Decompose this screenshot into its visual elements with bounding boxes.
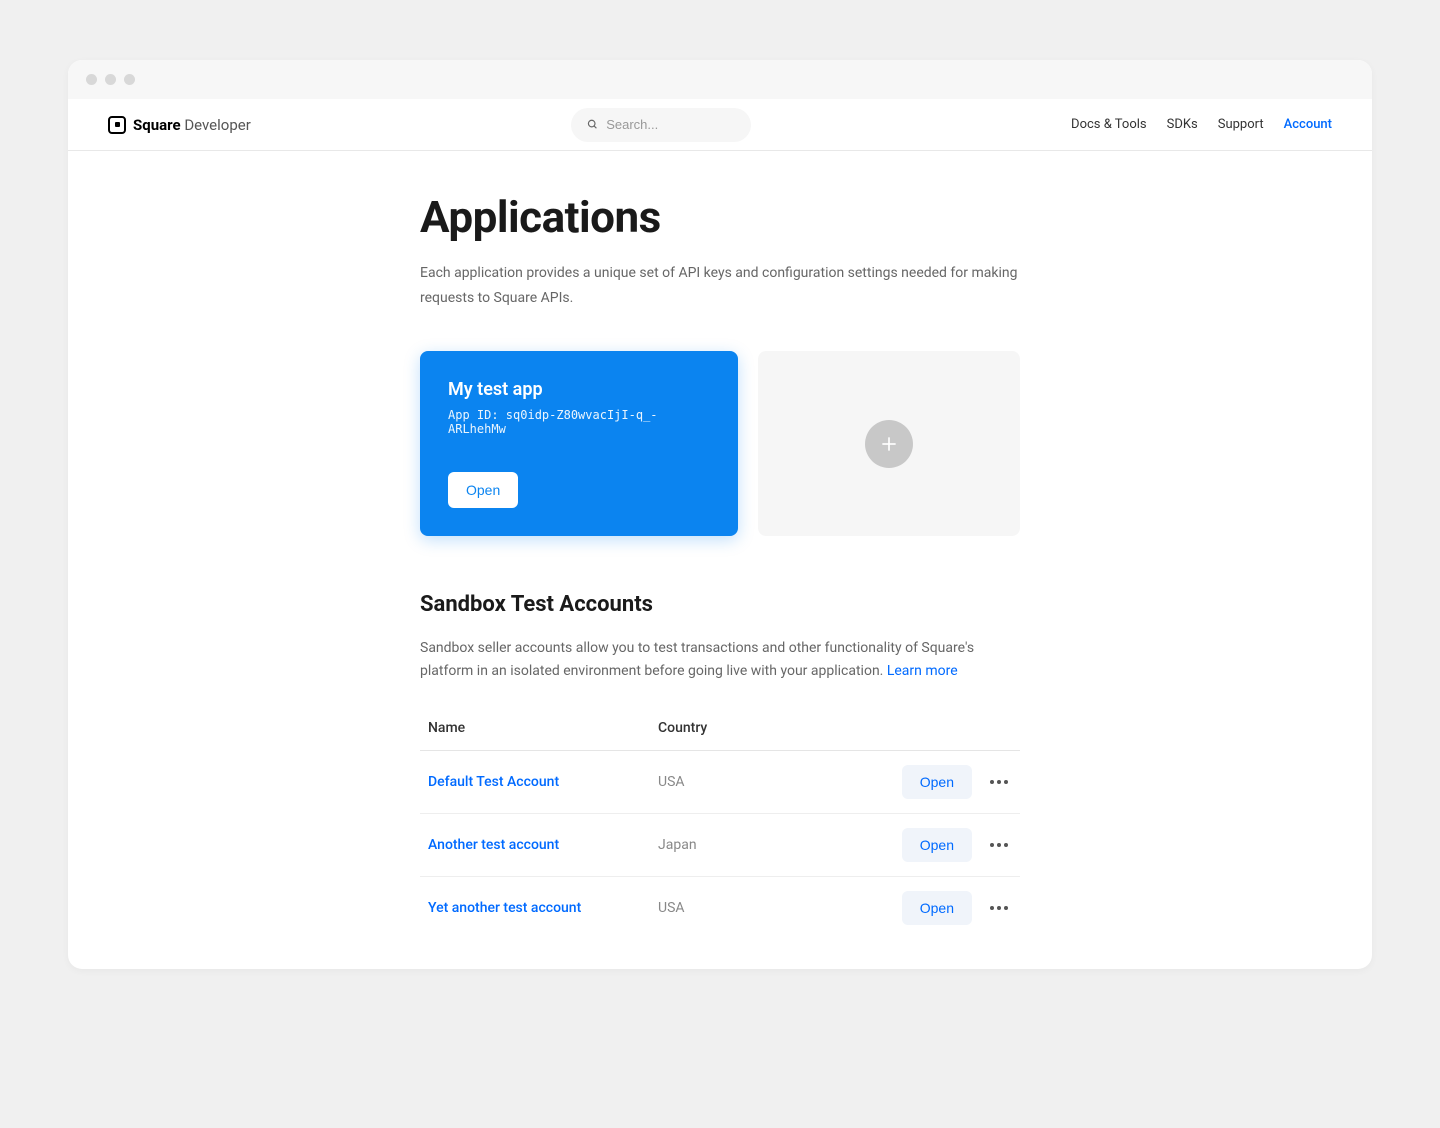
more-icon[interactable] bbox=[986, 839, 1012, 851]
brand-text: Square Developer bbox=[133, 116, 251, 134]
main-content: Applications Each application provides a… bbox=[420, 151, 1020, 969]
square-logo-icon bbox=[108, 116, 126, 134]
browser-chrome bbox=[68, 60, 1372, 99]
app-header: Square Developer Docs & Tools SDKs Suppo… bbox=[68, 99, 1372, 151]
plus-icon bbox=[879, 434, 899, 454]
account-name-link[interactable]: Another test account bbox=[428, 837, 658, 853]
nav-account[interactable]: Account bbox=[1284, 117, 1332, 132]
app-cards: My test app App ID: sq0idp-Z80wvacIjI-q_… bbox=[420, 351, 1020, 536]
more-icon[interactable] bbox=[986, 902, 1012, 914]
brand-logo[interactable]: Square Developer bbox=[108, 116, 251, 134]
account-country: Japan bbox=[658, 837, 872, 853]
nav-support[interactable]: Support bbox=[1218, 117, 1264, 132]
add-icon-circle bbox=[865, 420, 913, 468]
sandbox-title: Sandbox Test Accounts bbox=[420, 592, 1020, 617]
account-open-button[interactable]: Open bbox=[902, 765, 972, 799]
learn-more-link[interactable]: Learn more bbox=[887, 663, 958, 679]
account-open-button[interactable]: Open bbox=[902, 828, 972, 862]
traffic-light-zoom[interactable] bbox=[124, 74, 135, 85]
table-row: Default Test Account USA Open bbox=[420, 751, 1020, 814]
search-icon bbox=[587, 118, 598, 131]
col-header-country: Country bbox=[658, 720, 872, 736]
table-row: Yet another test account USA Open bbox=[420, 877, 1020, 939]
nav-sdks[interactable]: SDKs bbox=[1167, 117, 1198, 132]
search-bar[interactable] bbox=[571, 108, 751, 142]
account-country: USA bbox=[658, 774, 872, 790]
app-card-title: My test app bbox=[448, 379, 710, 400]
app-card[interactable]: My test app App ID: sq0idp-Z80wvacIjI-q_… bbox=[420, 351, 738, 536]
app-open-button[interactable]: Open bbox=[448, 472, 518, 508]
more-icon[interactable] bbox=[986, 776, 1012, 788]
accounts-table: Name Country Default Test Account USA Op… bbox=[420, 706, 1020, 939]
account-country: USA bbox=[658, 900, 872, 916]
nav-links: Docs & Tools SDKs Support Account bbox=[1071, 117, 1332, 132]
app-card-id: App ID: sq0idp-Z80wvacIjI-q_-ARLhehMw bbox=[448, 408, 710, 436]
nav-docs[interactable]: Docs & Tools bbox=[1071, 117, 1147, 132]
traffic-light-close[interactable] bbox=[86, 74, 97, 85]
sandbox-description: Sandbox seller accounts allow you to tes… bbox=[420, 637, 1020, 682]
page-subtitle: Each application provides a unique set o… bbox=[420, 261, 1020, 311]
table-row: Another test account Japan Open bbox=[420, 814, 1020, 877]
add-app-card[interactable] bbox=[758, 351, 1020, 536]
page-title: Applications bbox=[420, 191, 1020, 243]
col-header-name: Name bbox=[428, 720, 658, 736]
account-name-link[interactable]: Default Test Account bbox=[428, 774, 658, 790]
table-header: Name Country bbox=[420, 706, 1020, 751]
account-name-link[interactable]: Yet another test account bbox=[428, 900, 658, 916]
traffic-light-minimize[interactable] bbox=[105, 74, 116, 85]
browser-window: Square Developer Docs & Tools SDKs Suppo… bbox=[68, 60, 1372, 969]
search-input[interactable] bbox=[606, 117, 735, 132]
account-open-button[interactable]: Open bbox=[902, 891, 972, 925]
